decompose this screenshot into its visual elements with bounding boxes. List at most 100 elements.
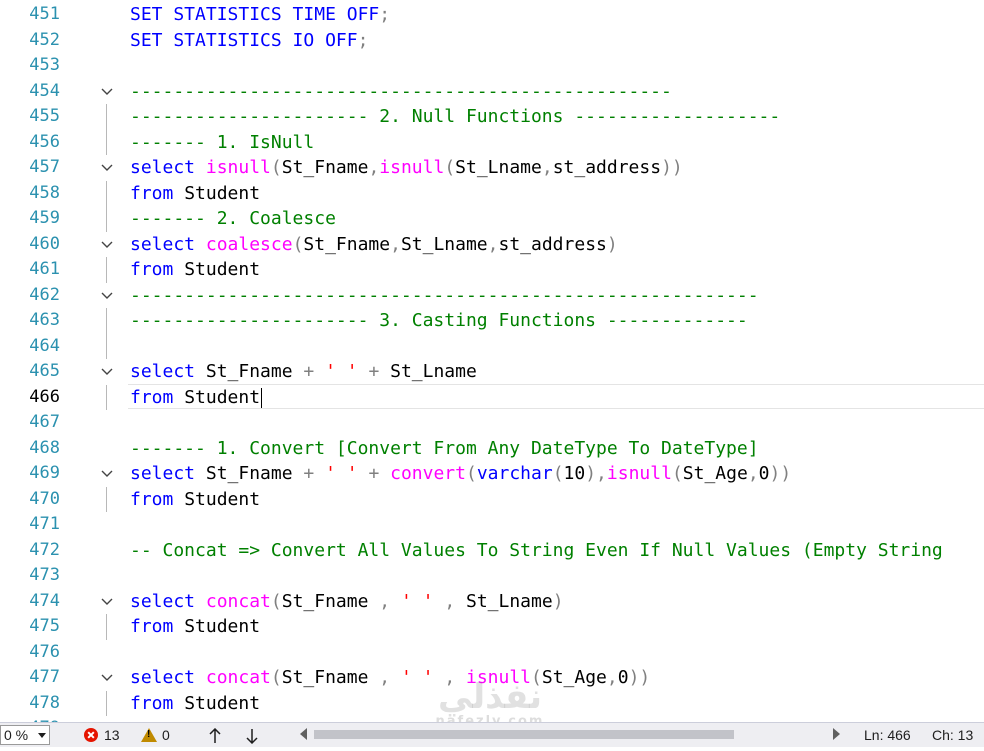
code-token: Student: [184, 259, 261, 280]
code-line[interactable]: 469 select St_Fname + ' ' + convert(varch…: [0, 461, 984, 487]
code-line[interactable]: 453: [0, 53, 984, 79]
warning-count[interactable]: 0: [162, 723, 170, 747]
code-token: St_Lname: [400, 233, 488, 255]
code-line[interactable]: 461 from Student: [0, 257, 984, 283]
code-token: ,: [433, 590, 466, 612]
code-token: St_Fname: [205, 361, 304, 382]
code-text[interactable]: ---------------------- 3. Casting Functi…: [130, 308, 748, 334]
code-token: St_Fname: [281, 157, 369, 178]
code-token: Student: [184, 616, 261, 637]
line-number: 464: [29, 335, 60, 356]
chevron-down-icon: [38, 733, 46, 738]
code-text[interactable]: select St_Fname + ' ' + convert(varchar(…: [130, 461, 791, 487]
code-line[interactable]: 454 -------------------------------------…: [0, 79, 984, 105]
horizontal-scrollbar[interactable]: [300, 728, 840, 742]
code-token: )): [628, 667, 651, 688]
line-number: 475: [29, 616, 60, 636]
code-text[interactable]: ------- 1. IsNull: [130, 130, 314, 156]
fold-chevron-icon[interactable]: [100, 595, 114, 609]
line-indicator: Ln: 466: [864, 727, 911, 743]
zoom-dropdown[interactable]: 0 %: [0, 725, 50, 745]
code-token: Student: [184, 488, 261, 510]
code-token: St_Lname: [390, 361, 477, 382]
fold-chevron-icon[interactable]: [100, 85, 114, 99]
code-token: ,: [379, 667, 401, 688]
error-icon[interactable]: [84, 728, 98, 742]
code-line[interactable]: 462 -------------------------------------…: [0, 283, 984, 309]
code-line[interactable]: 458 from Student: [0, 180, 984, 207]
fold-guide: [106, 104, 107, 130]
code-text[interactable]: select isnull(St_Fname,isnull(St_Lname,s…: [130, 155, 683, 181]
arrow-down-icon[interactable]: [245, 727, 259, 745]
code-token: select: [130, 667, 206, 688]
code-line[interactable]: 474 select concat(St_Fname , ' ' , St_Lna…: [0, 589, 984, 615]
code-text[interactable]: ----------------------------------------…: [130, 79, 672, 105]
code-line[interactable]: 468 ------- 1. Convert [Convert From Any …: [0, 436, 984, 462]
code-text[interactable]: ------- 2. Coalesce: [130, 206, 336, 232]
warning-icon[interactable]: [141, 728, 157, 742]
fold-chevron-icon[interactable]: [100, 467, 114, 481]
code-line[interactable]: 452 SET STATISTICS IO OFF;: [0, 28, 984, 54]
code-text[interactable]: from Student: [130, 691, 260, 717]
code-line[interactable]: 451 SET STATISTICS TIME OFF;: [0, 2, 984, 28]
code-token: from: [130, 259, 185, 280]
code-line[interactable]: 457 select isnull(St_Fname,isnull(St_Lnam…: [0, 155, 984, 181]
fold-chevron-icon[interactable]: [100, 161, 114, 175]
fold-chevron-icon[interactable]: [100, 238, 114, 252]
arrow-up-icon[interactable]: [208, 727, 222, 743]
code-text[interactable]: select St_Fname + ' ' + St_Lname: [130, 359, 477, 385]
code-text[interactable]: SET STATISTICS IO OFF;: [130, 28, 368, 54]
fold-guide: [106, 486, 107, 512]
fold-chevron-icon[interactable]: [100, 365, 114, 379]
code-line[interactable]: 460 select coalesce(St_Fname,St_Lname,st_…: [0, 232, 984, 258]
code-line[interactable]: 473: [0, 563, 984, 589]
code-line[interactable]: 455 ---------------------- 2. Null Functi…: [0, 104, 984, 130]
code-line[interactable]: 456 ------- 1. IsNull: [0, 129, 984, 156]
line-number: 474: [29, 590, 60, 611]
code-token: ;: [357, 29, 369, 51]
code-text[interactable]: from Student: [130, 181, 260, 207]
code-text[interactable]: SET STATISTICS TIME OFF;: [130, 2, 390, 28]
code-text[interactable]: select concat(St_Fname , ' ' , isnull(St…: [130, 665, 650, 691]
code-token: ): [552, 590, 564, 612]
line-number: 463: [29, 310, 60, 330]
code-line[interactable]: 467: [0, 410, 984, 436]
code-line[interactable]: 459 ------- 2. Coalesce: [0, 206, 984, 232]
code-line[interactable]: 465 select St_Fname + ' ' + St_Lname: [0, 359, 984, 385]
scroll-right-icon[interactable]: [833, 728, 840, 740]
code-line[interactable]: 470 from Student: [0, 486, 984, 513]
error-count[interactable]: 13: [104, 723, 120, 747]
code-text[interactable]: from Student: [130, 614, 260, 640]
line-number: 459: [29, 208, 60, 228]
code-token: St_Fname: [303, 233, 391, 255]
code-token: Student: [184, 692, 261, 714]
code-token: ,: [747, 463, 759, 484]
code-text[interactable]: from Student: [130, 257, 260, 283]
scroll-thumb[interactable]: [314, 730, 734, 739]
code-text[interactable]: ------- 1. Convert [Convert From Any Dat…: [130, 436, 759, 462]
code-text[interactable]: from Student: [130, 487, 260, 513]
code-token: St_Fname: [281, 667, 380, 688]
code-text[interactable]: ---------------------- 2. Null Functions…: [130, 104, 780, 130]
char-indicator: Ch: 13: [932, 727, 974, 743]
code-token: St_Age: [682, 463, 748, 484]
code-line[interactable]: 476: [0, 640, 984, 666]
fold-chevron-icon[interactable]: [100, 289, 114, 303]
code-text[interactable]: -- Concat => Convert All Values To Strin…: [130, 538, 943, 564]
code-text[interactable]: ----------------------------------------…: [130, 283, 759, 309]
code-line[interactable]: 463 ---------------------- 3. Casting Fun…: [0, 308, 984, 334]
code-text[interactable]: select coalesce(St_Fname,St_Lname,st_add…: [130, 232, 618, 258]
code-token: (: [270, 157, 282, 178]
fold-chevron-icon[interactable]: [100, 671, 114, 685]
line-number: 458: [29, 182, 60, 203]
code-line[interactable]: 464: [0, 333, 984, 359]
scroll-left-icon[interactable]: [300, 728, 307, 740]
code-token: ,: [368, 157, 380, 178]
code-line[interactable]: 472 -- Concat => Convert All Values To St…: [0, 538, 984, 564]
code-token: SET STATISTICS IO OFF: [130, 29, 358, 51]
code-line[interactable]: 471: [0, 512, 984, 538]
line-number: 465: [29, 361, 60, 381]
code-line[interactable]: 475 from Student: [0, 614, 984, 640]
code-text[interactable]: select concat(St_Fname , ' ' , St_Lname): [130, 589, 564, 615]
code-editor[interactable]: 451 SET STATISTICS TIME OFF; 452 SET STATIS…: [0, 0, 984, 722]
